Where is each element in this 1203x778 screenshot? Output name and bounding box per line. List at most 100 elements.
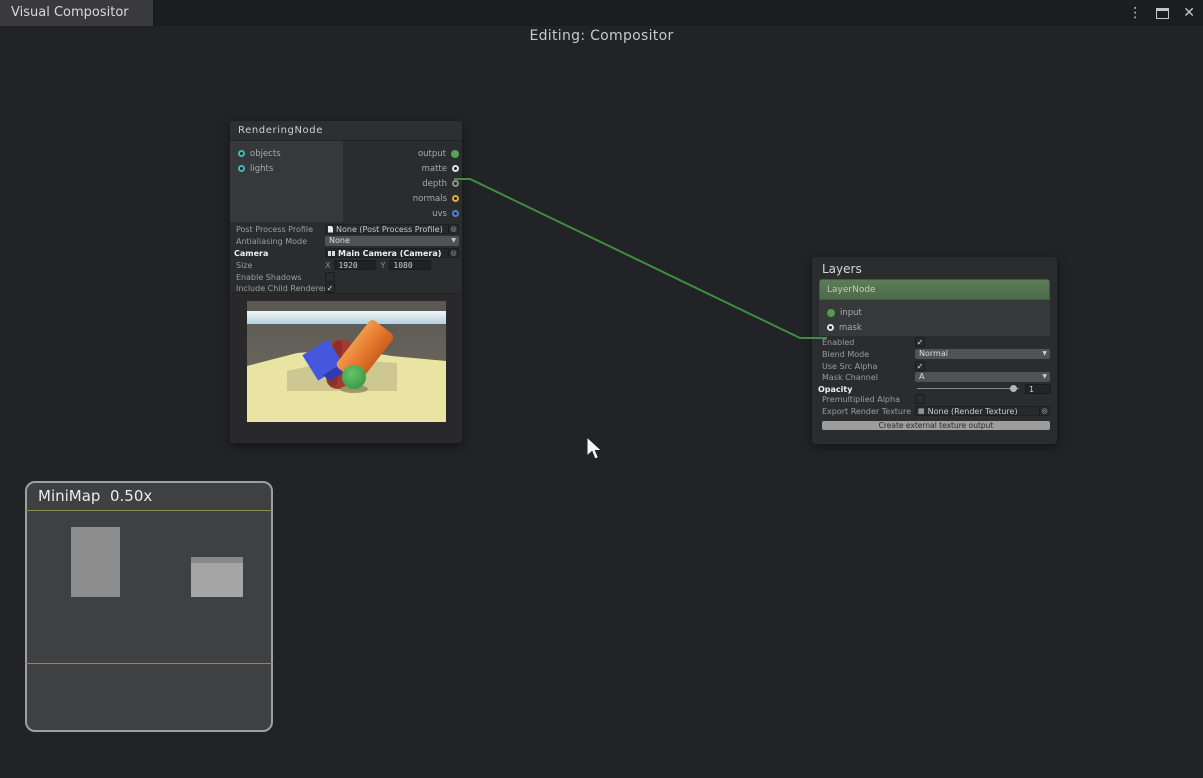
minimap-layers-node-rect[interactable] bbox=[191, 557, 243, 597]
layer-node-properties: Enabled ✓ Blend Mode Normal ▼ Use bbox=[812, 337, 1057, 416]
tab-visual-compositor[interactable]: Visual Compositor bbox=[0, 0, 153, 26]
port-label-input: input bbox=[840, 308, 862, 318]
export-render-texture-value: None (Render Texture) bbox=[928, 407, 1018, 416]
rendering-node-properties: Post Process Profile None (Post Process … bbox=[230, 222, 462, 293]
title-bar: Visual Compositor ⋮ ✕ bbox=[0, 0, 1203, 26]
object-picker-icon[interactable]: ◎ bbox=[448, 225, 458, 233]
row-post-process-profile: Post Process Profile None (Post Process … bbox=[230, 224, 462, 234]
minimap-layers-node-header-strip bbox=[191, 557, 243, 563]
blend-mode-value: Normal bbox=[919, 349, 948, 358]
premultiplied-alpha-label: Premultiplied Alpha bbox=[822, 395, 900, 404]
chevron-down-icon: ▼ bbox=[1042, 349, 1047, 359]
menu-icon[interactable]: ⋮ bbox=[1128, 5, 1142, 21]
port-dot-objects[interactable] bbox=[238, 150, 245, 157]
layer-node[interactable]: LayerNode input mask bbox=[819, 279, 1050, 336]
size-x-label: X bbox=[325, 261, 330, 270]
rendering-node-header[interactable]: RenderingNode bbox=[230, 121, 462, 141]
opacity-slider-knob[interactable] bbox=[1010, 385, 1017, 392]
create-external-texture-output-button[interactable]: Create external texture output bbox=[822, 421, 1050, 430]
include-child-renderers-checkbox[interactable]: ✓ bbox=[325, 283, 335, 293]
port-dot-input[interactable] bbox=[827, 309, 835, 317]
port-dot-normals[interactable] bbox=[452, 195, 459, 202]
use-src-alpha-label: Use Src Alpha bbox=[822, 362, 877, 371]
size-label: Size bbox=[236, 261, 252, 270]
layer-node-ports: input mask bbox=[819, 300, 1050, 336]
port-label-lights: lights bbox=[250, 164, 273, 174]
mask-channel-dropdown[interactable]: A ▼ bbox=[915, 372, 1050, 382]
object-picker-icon[interactable]: ◎ bbox=[1039, 407, 1049, 415]
camera-preview-image bbox=[247, 301, 446, 422]
port-dot-depth[interactable] bbox=[452, 180, 459, 187]
layer-node-header[interactable]: LayerNode bbox=[819, 279, 1050, 300]
port-dot-mask[interactable] bbox=[827, 324, 834, 331]
blend-mode-label: Blend Mode bbox=[822, 350, 869, 359]
post-process-profile-label: Post Process Profile bbox=[236, 225, 313, 234]
rendering-node[interactable]: RenderingNode objects lights output matt… bbox=[230, 121, 462, 443]
port-uvs[interactable]: uvs bbox=[432, 206, 459, 221]
enable-shadows-checkbox[interactable] bbox=[325, 272, 335, 282]
row-enable-shadows: Enable Shadows bbox=[230, 272, 462, 282]
port-dot-matte[interactable] bbox=[452, 165, 459, 172]
port-mask[interactable]: mask bbox=[827, 320, 862, 335]
wire-output-to-input[interactable] bbox=[454, 179, 827, 338]
minimap-title: MiniMap 0.50x bbox=[38, 487, 152, 505]
maximize-icon[interactable] bbox=[1156, 8, 1169, 19]
antialiasing-mode-dropdown[interactable]: None ▼ bbox=[325, 236, 459, 246]
chevron-down-icon: ▼ bbox=[451, 236, 456, 246]
window-controls: ⋮ ✕ bbox=[1128, 0, 1195, 26]
rendering-node-ports: objects lights output matte depth bbox=[230, 141, 462, 222]
chevron-down-icon: ▼ bbox=[1042, 372, 1047, 382]
camera-label: Camera bbox=[234, 249, 268, 258]
enable-shadows-label: Enable Shadows bbox=[236, 273, 302, 282]
minimap-rendering-node-rect[interactable] bbox=[71, 527, 120, 597]
close-icon[interactable]: ✕ bbox=[1183, 5, 1195, 21]
render-texture-icon: ▦ bbox=[918, 407, 925, 415]
row-use-src-alpha: Use Src Alpha ✓ bbox=[812, 361, 1057, 371]
minimap-panel[interactable]: MiniMap 0.50x bbox=[25, 481, 273, 732]
row-premultiplied-alpha: Premultiplied Alpha bbox=[812, 394, 1057, 404]
row-include-child-renderers: Include Child Renderers ✓ bbox=[230, 283, 462, 293]
port-matte[interactable]: matte bbox=[422, 161, 459, 176]
port-objects[interactable]: objects bbox=[238, 146, 281, 161]
port-label-mask: mask bbox=[839, 323, 862, 333]
port-normals[interactable]: normals bbox=[413, 191, 459, 206]
layers-panel-title: Layers bbox=[812, 257, 1057, 279]
port-label-objects: objects bbox=[250, 149, 281, 159]
port-dot-lights[interactable] bbox=[238, 165, 245, 172]
camera-preview bbox=[230, 293, 462, 443]
include-child-renderers-label: Include Child Renderers bbox=[236, 284, 331, 293]
antialiasing-mode-label: Antialiasing Mode bbox=[236, 237, 307, 246]
row-opacity: Opacity 1 bbox=[812, 384, 1057, 394]
camera-value: Main Camera (Camera) bbox=[338, 249, 441, 258]
row-mask-channel: Mask Channel A ▼ bbox=[812, 372, 1057, 382]
object-picker-icon[interactable]: ◎ bbox=[448, 249, 458, 257]
port-label-matte: matte bbox=[422, 164, 447, 174]
row-enabled: Enabled ✓ bbox=[812, 337, 1057, 347]
enabled-label: Enabled bbox=[822, 338, 854, 347]
post-process-profile-value: None (Post Process Profile) bbox=[336, 225, 443, 234]
profile-asset-icon bbox=[328, 226, 333, 233]
port-lights[interactable]: lights bbox=[238, 161, 273, 176]
antialiasing-mode-value: None bbox=[329, 236, 350, 245]
post-process-profile-field[interactable]: None (Post Process Profile) ◎ bbox=[325, 224, 459, 234]
blend-mode-dropdown[interactable]: Normal ▼ bbox=[915, 349, 1050, 359]
opacity-value-field[interactable]: 1 bbox=[1025, 384, 1051, 394]
camera-field[interactable]: Main Camera (Camera) ◎ bbox=[325, 248, 459, 258]
mask-channel-label: Mask Channel bbox=[822, 373, 878, 382]
enabled-checkbox[interactable]: ✓ bbox=[915, 337, 925, 347]
export-render-texture-field[interactable]: ▦ None (Render Texture) ◎ bbox=[915, 406, 1050, 416]
size-y-field[interactable]: 1080 bbox=[389, 260, 431, 270]
premultiplied-alpha-checkbox[interactable] bbox=[915, 394, 925, 404]
port-dot-output[interactable] bbox=[451, 150, 459, 158]
port-dot-uvs[interactable] bbox=[452, 210, 459, 217]
layers-panel[interactable]: Layers LayerNode input mask Enabled bbox=[812, 257, 1057, 444]
port-input[interactable]: input bbox=[827, 305, 862, 320]
size-x-field[interactable]: 1920 bbox=[334, 260, 376, 270]
row-antialiasing-mode: Antialiasing Mode None ▼ bbox=[230, 236, 462, 246]
port-depth[interactable]: depth bbox=[422, 176, 459, 191]
port-label-normals: normals bbox=[413, 194, 447, 204]
use-src-alpha-checkbox[interactable]: ✓ bbox=[915, 361, 925, 371]
opacity-slider-track[interactable] bbox=[917, 388, 1019, 389]
port-output[interactable]: output bbox=[418, 146, 459, 161]
row-camera: Camera Main Camera (Camera) ◎ bbox=[230, 248, 462, 258]
